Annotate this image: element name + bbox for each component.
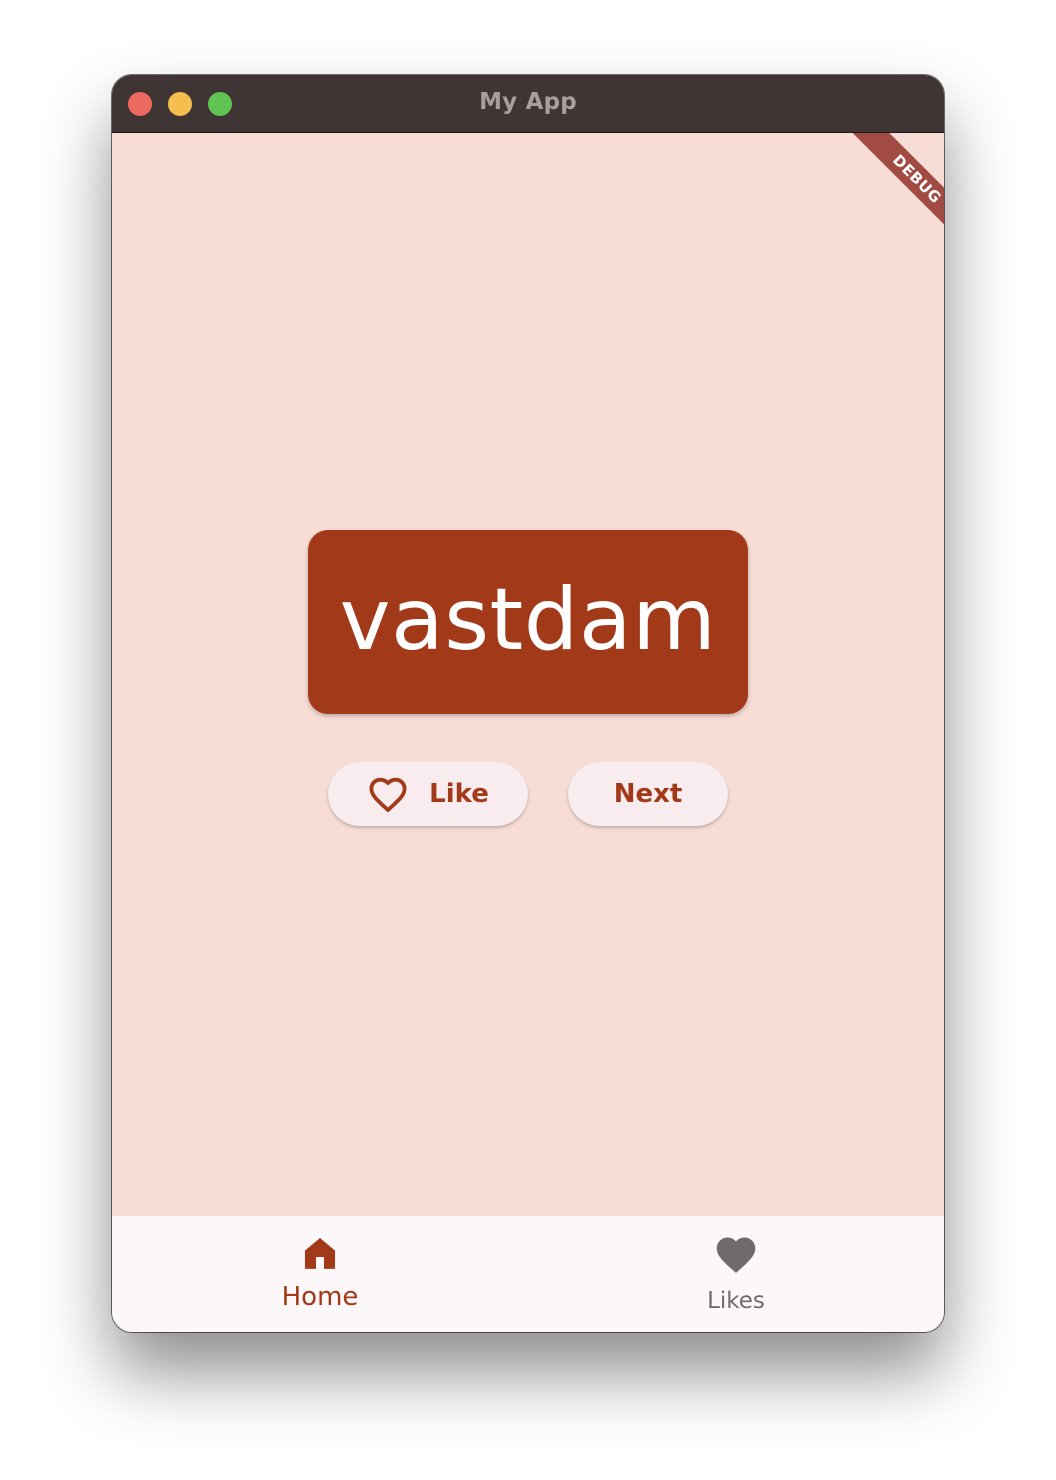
next-button[interactable]: Next [568, 762, 728, 826]
like-button[interactable]: Like [328, 762, 528, 826]
heart-icon [716, 1237, 756, 1273]
window-title: My App [479, 89, 577, 115]
heart-outline-icon [369, 777, 407, 812]
nav-item-likes[interactable]: Likes [528, 1216, 944, 1332]
home-icon [304, 1237, 336, 1269]
nav-label-home: Home [281, 1282, 359, 1312]
word-pair-text: vastdam [339, 570, 717, 670]
nav-label-likes: Likes [707, 1288, 765, 1314]
word-card: vastdam [308, 530, 748, 714]
title-bar: My App [112, 75, 944, 133]
like-button-label: Like [429, 779, 489, 809]
nav-item-home[interactable]: Home [112, 1216, 528, 1332]
bottom-navigation-bar: Home Likes [112, 1216, 944, 1332]
next-button-label: Next [613, 779, 683, 809]
app-window: My App vastdam Like Next DEBUG Home Like… [112, 75, 944, 1332]
main-content: vastdam Like Next [112, 133, 944, 1216]
